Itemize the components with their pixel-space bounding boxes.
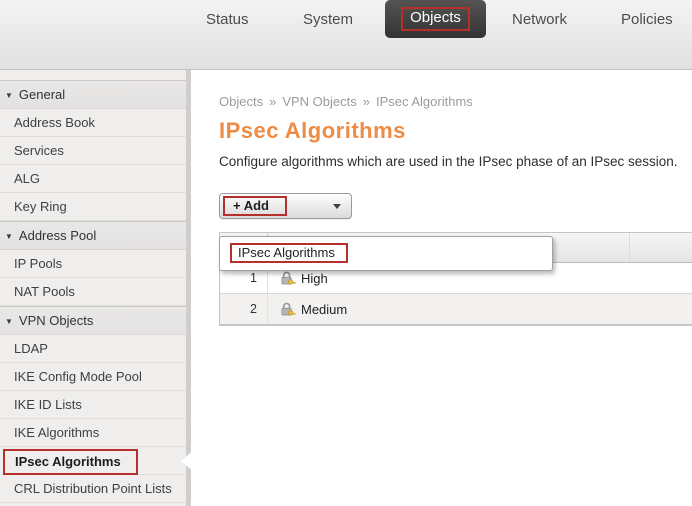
top-nav: Status System Objects Network Policies [0,0,692,70]
sidebar-item-ldap[interactable]: LDAP [0,335,186,363]
dropdown-item-label: IPsec Algorithms [238,245,335,260]
sidebar-section-label: Address Pool [18,228,97,243]
table-region: IPsec Algorithms 1 High 2 Medium [219,232,692,326]
sidebar-item-key-ring[interactable]: Key Ring [0,193,186,221]
breadcrumb: Objects » VPN Objects » IPsec Algorithms [219,94,692,109]
sidebar-item-ike-id-lists[interactable]: IKE ID Lists [0,391,186,419]
sidebar-item-ip-pools[interactable]: IP Pools [0,250,186,278]
column-divider [629,233,630,262]
add-button[interactable]: + Add [219,193,352,219]
annotation-box-add: + Add [223,196,287,216]
sidebar: ▼ General Address Book Services ALG Key R… [0,70,196,506]
sidebar-item-crl-distribution-point-lists[interactable]: CRL Distribution Point Lists [0,475,186,503]
nav-item-system[interactable]: System [303,11,353,28]
nav-item-policies[interactable]: Policies [621,11,673,28]
breadcrumb-objects[interactable]: Objects [219,94,263,109]
row-name: Medium [301,301,348,317]
sidebar-item-address-book[interactable]: Address Book [0,109,186,137]
annotation-box-dropdown-ipsec: IPsec Algorithms [230,243,348,263]
page-title: IPsec Algorithms [219,118,406,143]
annotation-box-sidebar-ipsec: IPsec Algorithms [3,448,138,475]
breadcrumb-separator: » [362,94,370,109]
chevron-down-icon[interactable] [333,203,341,209]
sidebar-item-label: IPsec Algorithms [15,453,121,469]
page-description: Configure algorithms which are used in t… [219,154,678,169]
sidebar-item-services[interactable]: Services [0,137,186,165]
sidebar-item-alg[interactable]: ALG [0,165,186,193]
sidebar-section-general[interactable]: ▼ General [0,80,186,109]
row-name-cell: Medium [268,294,347,324]
sidebar-item-ike-algorithms[interactable]: IKE Algorithms [0,419,186,447]
sidebar-item-ipsec-algorithms[interactable]: IPsec Algorithms [0,447,196,475]
sidebar-item-ike-config-mode-pool[interactable]: IKE Config Mode Pool [0,363,186,391]
nav-item-objects-label: Objects [410,9,461,26]
breadcrumb-current: IPsec Algorithms [375,94,473,109]
lock-key-icon [281,302,296,316]
sidebar-section-label: General [18,87,66,102]
annotation-box-objects: Objects [401,7,470,31]
collapse-triangle-icon: ▼ [5,317,13,326]
nav-tab-objects[interactable]: Objects [385,0,486,38]
add-dropdown-menu: IPsec Algorithms [219,236,553,271]
sidebar-section-vpn-objects[interactable]: ▼ VPN Objects [0,306,186,335]
sidebar-section-address-pool[interactable]: ▼ Address Pool [0,221,186,250]
sidebar-item-nat-pools[interactable]: NAT Pools [0,278,186,306]
nav-item-status[interactable]: Status [206,11,249,28]
lock-key-icon [281,271,296,285]
nav-item-network[interactable]: Network [512,11,567,28]
row-index: 2 [220,294,268,324]
sidebar-section-label: VPN Objects [18,313,94,328]
content-pane: Objects » VPN Objects » IPsec Algorithms IPs… [191,70,692,506]
collapse-triangle-icon: ▼ [5,91,13,100]
row-name: High [301,270,328,286]
table-row[interactable]: 2 Medium [220,294,692,325]
dropdown-item-ipsec-algorithms[interactable]: IPsec Algorithms [220,241,552,265]
breadcrumb-vpn-objects[interactable]: VPN Objects [282,94,356,109]
add-button-label: + Add [233,198,269,213]
collapse-triangle-icon: ▼ [5,232,13,241]
main-layout: ▼ General Address Book Services ALG Key R… [0,70,692,506]
breadcrumb-separator: » [269,94,277,109]
